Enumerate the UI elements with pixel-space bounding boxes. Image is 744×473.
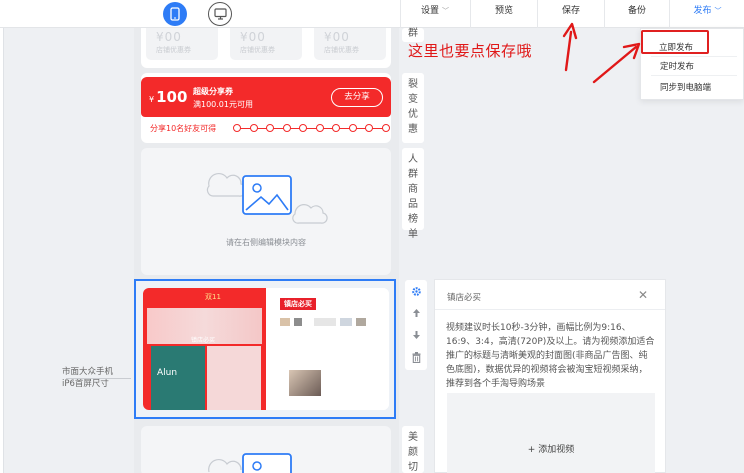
move-up-button[interactable] bbox=[405, 302, 427, 324]
side-tab-label: 美颜切图 bbox=[402, 430, 424, 473]
blurred-text bbox=[280, 318, 290, 326]
progress-dot bbox=[282, 124, 291, 132]
gear-icon bbox=[411, 286, 421, 296]
empty-module-placeholder[interactable] bbox=[141, 426, 391, 473]
blurred-text bbox=[340, 318, 352, 326]
trash-icon bbox=[412, 351, 420, 363]
progress-dot bbox=[299, 124, 307, 132]
arrow-down-icon bbox=[412, 331, 420, 339]
nav-divider bbox=[669, 0, 670, 28]
side-tab-crowd-ranking[interactable]: 人群商品榜单 bbox=[402, 148, 424, 240]
publish-now-highlight-box bbox=[641, 30, 709, 54]
nav-divider bbox=[537, 0, 538, 28]
progress-dot bbox=[381, 124, 390, 132]
sync-to-desktop-item[interactable]: 同步到电脑端 bbox=[660, 81, 711, 93]
side-tab-char: 变 bbox=[408, 94, 418, 105]
share-button[interactable]: 去分享 bbox=[331, 88, 383, 107]
share-coupon-card: ¥100 超级分享券 满100.01元可用 去分享 bbox=[141, 77, 391, 117]
divider bbox=[435, 309, 665, 310]
image-placeholder-icon bbox=[208, 453, 292, 473]
module-editor-panel: 镇店必买 ✕ 视频建议时长10秒-3分钟，画幅比例为9:16、16:9、3:4，… bbox=[434, 279, 666, 473]
preview-button[interactable]: 预览 bbox=[472, 0, 536, 28]
product-tile bbox=[207, 346, 261, 410]
side-tab-fission-coupon[interactable]: 裂变优惠 bbox=[402, 73, 424, 143]
editor-title: 镇店必买 bbox=[447, 293, 482, 303]
nav-divider bbox=[400, 0, 401, 28]
delete-module-button[interactable] bbox=[405, 346, 427, 368]
progress-dot bbox=[348, 124, 357, 132]
must-buy-tag: 镇店必买 bbox=[280, 298, 316, 310]
coupon-card: ¥00 店铺优惠券 bbox=[314, 28, 386, 60]
side-tab-char: 群 bbox=[408, 169, 418, 180]
side-tab-char: 优 bbox=[408, 109, 418, 120]
side-tab-char: 人 bbox=[408, 154, 418, 165]
progress-dot bbox=[266, 124, 274, 132]
side-tab-char: 榜 bbox=[408, 214, 418, 225]
chevron-down-icon: ﹀ bbox=[442, 7, 449, 15]
editor-description: 视频建议时长10秒-3分钟，画幅比例为9:16、16:9、3:4，高清(720P… bbox=[446, 323, 655, 389]
backup-button[interactable]: 备份 bbox=[606, 0, 668, 28]
side-tab-char: 品 bbox=[408, 199, 418, 210]
placeholder-text: 请在右侧编辑模块内容 bbox=[226, 238, 306, 247]
nav-divider bbox=[470, 0, 471, 28]
share-progress-label: 分享10名好友可得 bbox=[150, 124, 217, 133]
video-preview: 双11 镇店必买 Alun bbox=[143, 288, 266, 410]
side-tab-beauty-slice[interactable]: 美颜切图 bbox=[402, 426, 424, 473]
left-edge bbox=[0, 28, 4, 473]
arrow-up-icon bbox=[412, 309, 420, 317]
close-icon[interactable]: ✕ bbox=[638, 288, 648, 302]
video-info-panel: 镇店必买 bbox=[270, 288, 389, 410]
share-coupon-condition: 满100.01元可用 bbox=[193, 100, 253, 109]
progress-dot bbox=[332, 124, 340, 132]
add-video-button[interactable]: + 添加视频 bbox=[447, 442, 655, 455]
settings-menu[interactable]: 设置 ﹀ bbox=[402, 0, 468, 28]
divider bbox=[651, 56, 737, 57]
coupon-card: ¥00 店铺优惠券 bbox=[230, 28, 302, 60]
progress-dot bbox=[233, 124, 241, 132]
product-tile bbox=[151, 346, 205, 410]
side-tab-label: 裂变优惠 bbox=[402, 77, 424, 137]
divider bbox=[651, 75, 737, 76]
module-settings-button[interactable] bbox=[405, 280, 427, 302]
share-coupon-module[interactable]: ¥100 超级分享券 满100.01元可用 去分享 分享10名好友可得 bbox=[141, 73, 391, 143]
image-placeholder-icon bbox=[206, 172, 328, 224]
first-screen-line bbox=[66, 378, 131, 379]
side-tab-char: 切 bbox=[408, 462, 418, 473]
add-video-area[interactable]: + 添加视频 bbox=[447, 393, 655, 473]
blurred-text bbox=[314, 318, 336, 326]
progress-dot bbox=[365, 124, 373, 132]
side-tab-label: 人群商品榜单 bbox=[402, 152, 424, 242]
side-tab-char: 惠 bbox=[408, 124, 418, 135]
share-coupon-amount: ¥100 bbox=[149, 88, 188, 106]
save-button[interactable]: 保存 bbox=[539, 0, 603, 28]
side-tab-char: 美 bbox=[408, 432, 418, 443]
mobile-icon bbox=[170, 7, 180, 21]
coupon-strip[interactable]: ¥00 店铺优惠券 ¥00 店铺优惠券 ¥00 店铺优惠券 bbox=[141, 28, 391, 68]
mobile-view-button[interactable] bbox=[163, 2, 187, 26]
desktop-view-button[interactable] bbox=[208, 2, 232, 26]
annotation-text: 这里也要点保存哦 bbox=[408, 42, 533, 60]
desktop-icon bbox=[213, 8, 227, 20]
side-tab-char: 商 bbox=[408, 184, 418, 195]
side-tab-char: 颜 bbox=[408, 447, 418, 458]
progress-dot bbox=[315, 124, 324, 132]
chevron-down-icon: ﹀ bbox=[714, 7, 722, 15]
coupon-card: ¥00 店铺优惠券 bbox=[146, 28, 218, 60]
top-toolbar: 设置 ﹀ 预览 保存 备份 发布 ﹀ bbox=[0, 0, 744, 28]
video-thumbnail bbox=[289, 370, 321, 396]
side-tab-char: 裂 bbox=[408, 79, 418, 90]
publish-menu[interactable]: 发布 ﹀ bbox=[671, 0, 744, 28]
move-down-button[interactable] bbox=[405, 324, 427, 346]
video-module[interactable]: 双11 镇店必买 Alun 镇店必买 bbox=[143, 288, 389, 410]
nav-divider bbox=[604, 0, 605, 28]
blurred-text bbox=[356, 318, 366, 326]
share-coupon-title: 超级分享券 bbox=[193, 87, 233, 96]
scheduled-publish-item[interactable]: 定时发布 bbox=[660, 60, 694, 72]
progress-dot bbox=[249, 124, 258, 132]
side-tab-char: 单 bbox=[408, 229, 418, 240]
module-toolbar bbox=[405, 280, 427, 370]
blurred-text bbox=[294, 318, 302, 326]
empty-module-placeholder[interactable]: 请在右侧编辑模块内容 bbox=[141, 148, 391, 275]
